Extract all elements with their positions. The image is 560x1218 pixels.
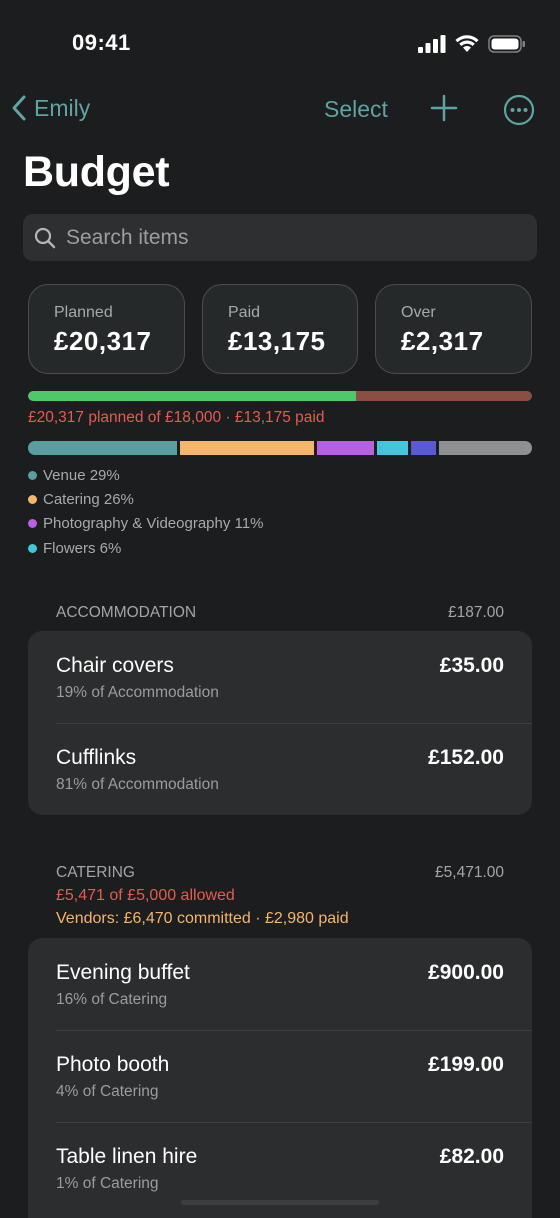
stat-value: £20,317 [54, 326, 152, 356]
item-name: Photo booth [56, 1053, 170, 1076]
stat-label: Planned [54, 304, 113, 321]
stat-card-planned[interactable]: Planned £20,317 [28, 284, 185, 374]
category-segment [317, 441, 374, 455]
category-segment [28, 441, 178, 455]
section-title: ACCOMMODATION [56, 604, 197, 621]
item-amount: £35.00 [439, 654, 504, 677]
item-share: 4% of Catering [56, 1083, 159, 1100]
item-share: 1% of Catering [56, 1175, 159, 1192]
section-header-catering: CATERING £5,471.00 [56, 864, 504, 882]
section-title: CATERING [56, 864, 135, 881]
page-title: Budget [23, 148, 170, 196]
section-total: £187.00 [447, 604, 504, 621]
legend-dot [28, 494, 37, 504]
legend-item: Venue 29% [28, 463, 263, 487]
legend-item: Photography & Videography 11% [28, 512, 263, 536]
cellular-signal-icon [418, 34, 446, 53]
item-amount: £199.00 [428, 1053, 504, 1076]
stat-label: Paid [228, 304, 261, 321]
item-share: 16% of Catering [56, 991, 168, 1008]
legend-item: Catering 26% [28, 487, 263, 511]
list-item[interactable]: Cufflinks 81% of Accommodation £152.00 [28, 723, 532, 815]
item-name: Table linen hire [56, 1145, 198, 1168]
budget-progress-fill [28, 391, 356, 401]
select-button[interactable]: Select [324, 96, 388, 123]
budget-progress-bar [28, 391, 532, 401]
ellipsis-circle-icon [503, 94, 535, 126]
category-segment [180, 441, 315, 455]
wifi-icon [455, 35, 479, 52]
category-segment [376, 441, 408, 455]
status-time: 09:41 [72, 30, 131, 55]
stat-value: £2,317 [401, 326, 484, 356]
summary-stats: Planned £20,317 Paid £13,175 Over £2,317 [0, 284, 560, 376]
category-segment [439, 441, 533, 455]
search-icon [34, 227, 56, 248]
category-legend: Venue 29% Catering 26% Photography & Vid… [28, 463, 263, 560]
add-button[interactable] [429, 93, 459, 123]
legend-label: Catering 26% [43, 490, 134, 508]
search-input[interactable] [64, 224, 508, 251]
battery-icon [488, 34, 525, 53]
category-segment [410, 441, 437, 455]
navigation-bar: Emily Select [0, 86, 560, 134]
legend-dot [28, 543, 37, 553]
back-button[interactable]: Emily [10, 94, 90, 122]
stat-label: Over [401, 304, 436, 321]
search-bar[interactable] [23, 214, 537, 261]
item-share: 81% of Accommodation [56, 776, 219, 793]
budget-progress-text: £20,317 planned of £18,000 · £13,175 pai… [28, 409, 325, 426]
legend-label: Flowers 6% [43, 539, 122, 557]
stat-card-paid[interactable]: Paid £13,175 [202, 284, 358, 374]
stat-value: £13,175 [228, 326, 326, 356]
item-name: Evening buffet [56, 961, 190, 984]
section-header-accommodation: ACCOMMODATION £187.00 [56, 604, 504, 622]
status-bar: 09:41 [0, 0, 560, 90]
item-amount: £82.00 [439, 1145, 504, 1168]
legend-dot [28, 470, 37, 480]
legend-label: Photography & Videography 11% [43, 515, 264, 533]
item-name: Chair covers [56, 654, 174, 677]
accommodation-list: Chair covers 19% of Accommodation £35.00… [28, 631, 532, 815]
catering-over-budget-text: £5,471 of £5,000 allowed [56, 887, 235, 904]
list-item[interactable]: Chair covers 19% of Accommodation £35.00 [28, 631, 532, 723]
plus-icon [430, 94, 458, 122]
list-item[interactable]: Evening buffet 16% of Catering £900.00 [28, 938, 532, 1030]
catering-vendors-text: Vendors: £6,470 committed · £2,980 paid [56, 910, 349, 927]
catering-list: Evening buffet 16% of Catering £900.00 P… [28, 938, 532, 1218]
list-item[interactable]: Photo booth 4% of Catering £199.00 [28, 1030, 532, 1122]
back-label: Emily [34, 94, 91, 121]
home-indicator [181, 1200, 379, 1205]
legend-item: Flowers 6% [28, 536, 263, 560]
legend-label: Venue 29% [43, 466, 120, 484]
more-button[interactable] [503, 94, 535, 126]
section-total: £5,471.00 [435, 864, 504, 881]
status-icons [418, 34, 526, 53]
chevron-left-icon [12, 95, 26, 121]
stat-card-over[interactable]: Over £2,317 [375, 284, 532, 374]
item-share: 19% of Accommodation [56, 684, 219, 701]
category-distribution-bar [28, 441, 533, 455]
item-name: Cufflinks [56, 746, 137, 769]
legend-dot [28, 519, 37, 529]
item-amount: £900.00 [428, 961, 504, 984]
item-amount: £152.00 [428, 746, 504, 769]
